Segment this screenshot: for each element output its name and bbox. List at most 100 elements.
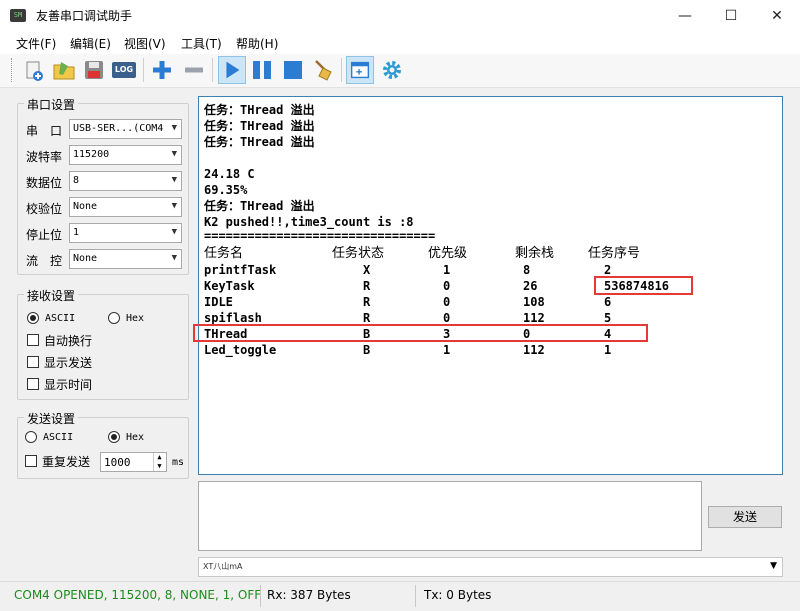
chevron-down-icon: ▼ [171,227,177,237]
send-hex-radio[interactable] [108,431,120,443]
table-header: 任务状态 [332,246,385,261]
port-value: USB-SER...(COM4 [73,123,164,134]
send-history-value: XT八山mA [203,562,243,571]
send-history-select[interactable]: XT八山mA ▼ [198,557,783,577]
menu-edit[interactable]: 编辑(E) [70,35,111,52]
receive-line: 任务：THread 溢出 [204,135,315,149]
auto-wrap-label: 自动换行 [44,334,93,348]
remove-icon[interactable] [182,58,206,82]
add-icon[interactable] [150,58,174,82]
maximize-button[interactable]: ☐ [708,0,754,31]
table-header: 剩余栈 [515,246,555,261]
pause-icon[interactable] [250,58,274,82]
receive-line: 任务：THread 溢出 [204,199,315,213]
repeat-interval-input[interactable]: 1000 ▲ ▼ [100,452,167,472]
flowcontrol-select[interactable]: None ▼ [69,249,182,269]
table-cell: R [363,295,371,309]
show-send-checkbox[interactable] [27,356,39,368]
send-textarea[interactable] [198,481,702,551]
status-divider [415,585,416,607]
receive-hex-label: Hex [126,313,145,324]
baud-select[interactable]: 115200 ▼ [69,145,182,165]
send-ascii-label: ASCII [43,432,74,443]
log-icon[interactable]: LOG [112,58,136,82]
open-folder-icon[interactable] [52,58,76,82]
table-cell: 0 [443,279,451,293]
repeat-interval-value: 1000 [104,456,131,469]
send-ascii-radio[interactable] [25,431,37,443]
toolbar-separator [212,58,213,82]
menu-file[interactable]: 文件(F) [16,35,56,52]
insert-panel-icon[interactable] [346,56,374,84]
clear-broom-icon[interactable] [312,58,336,82]
save-icon[interactable] [82,58,106,82]
receive-line: ================================ [204,229,436,243]
receive-settings-group [17,294,189,400]
auto-wrap-checkbox[interactable] [27,334,39,346]
window-title: 友善串口调试助手 [36,9,133,23]
menu-view[interactable]: 视图(V) [124,35,166,52]
play-icon[interactable] [218,56,246,84]
table-cell: 108 [523,295,545,309]
chevron-down-icon: ▼ [171,201,177,211]
parity-value: None [73,201,98,212]
show-time-checkbox[interactable] [27,378,39,390]
flowcontrol-value: None [73,253,98,264]
tx-count: Tx: 0 Bytes [424,588,492,602]
rx-count: Rx: 387 Bytes [267,588,351,602]
table-cell: B [363,343,371,357]
menu-tools[interactable]: 工具(T) [181,35,222,52]
repeat-send-checkbox[interactable] [25,455,37,467]
table-cell: 0 [443,295,451,309]
chevron-down-icon: ▼ [171,175,177,185]
highlight-box [193,324,648,342]
close-button[interactable]: ✕ [754,0,800,31]
toolbar-grip [11,58,14,82]
chevron-down-icon: ▼ [770,561,777,571]
repeat-send-label: 重复发送 [42,455,91,469]
radio-selected-dot [111,434,117,440]
port-select[interactable]: USB-SER...(COM4 ▼ [69,119,182,139]
databits-select[interactable]: 8 ▼ [69,171,182,191]
table-header: 优先级 [428,246,468,261]
table-cell: 6 [604,295,612,309]
log-label: LOG [112,62,136,78]
serial-settings-title: 串口设置 [24,96,79,113]
parity-label: 校验位 [26,202,63,216]
minimize-button[interactable]: — [662,0,708,31]
stopbits-label: 停止位 [26,228,63,242]
menu-help[interactable]: 帮助(H) [236,35,278,52]
app-icon: SM [10,9,26,22]
parity-select[interactable]: None ▼ [69,197,182,217]
receive-line: 24.18 C [204,167,255,181]
stop-icon[interactable] [281,58,305,82]
receive-settings-title: 接收设置 [24,287,79,304]
status-divider [260,585,261,607]
table-cell: IDLE [204,295,233,309]
stopbits-select[interactable]: 1 ▼ [69,223,182,243]
receive-line: 69.35% [204,183,248,197]
highlight-box [594,276,693,295]
table-header: 任务名 [204,246,244,261]
repeat-unit-label: ms [172,457,185,468]
table-cell: 26 [523,279,538,293]
radio-selected-dot [30,315,36,321]
new-file-icon[interactable] [22,58,46,82]
receive-ascii-radio[interactable] [27,312,39,324]
baud-value: 115200 [73,149,110,160]
settings-gear-icon[interactable] [380,58,404,82]
receive-hex-radio[interactable] [108,312,120,324]
receive-line: 任务：THread 溢出 [204,103,315,117]
table-cell: 8 [523,263,531,277]
send-button[interactable]: 发送 [708,506,782,528]
receive-textarea[interactable]: 任务：THread 溢出 任务：THread 溢出 任务：THread 溢出 2… [193,96,783,475]
receive-line: 任务：THread 溢出 [204,119,315,133]
table-header: 任务序号 [588,246,641,261]
table-cell: 1 [443,263,451,277]
spinner-arrows-icon[interactable]: ▲ ▼ [153,453,165,471]
table-cell: 1 [443,343,451,357]
table-cell: 112 [523,343,545,357]
chevron-down-icon: ▼ [171,253,177,263]
port-label: 串 口 [26,124,63,138]
show-send-label: 显示发送 [44,356,93,370]
